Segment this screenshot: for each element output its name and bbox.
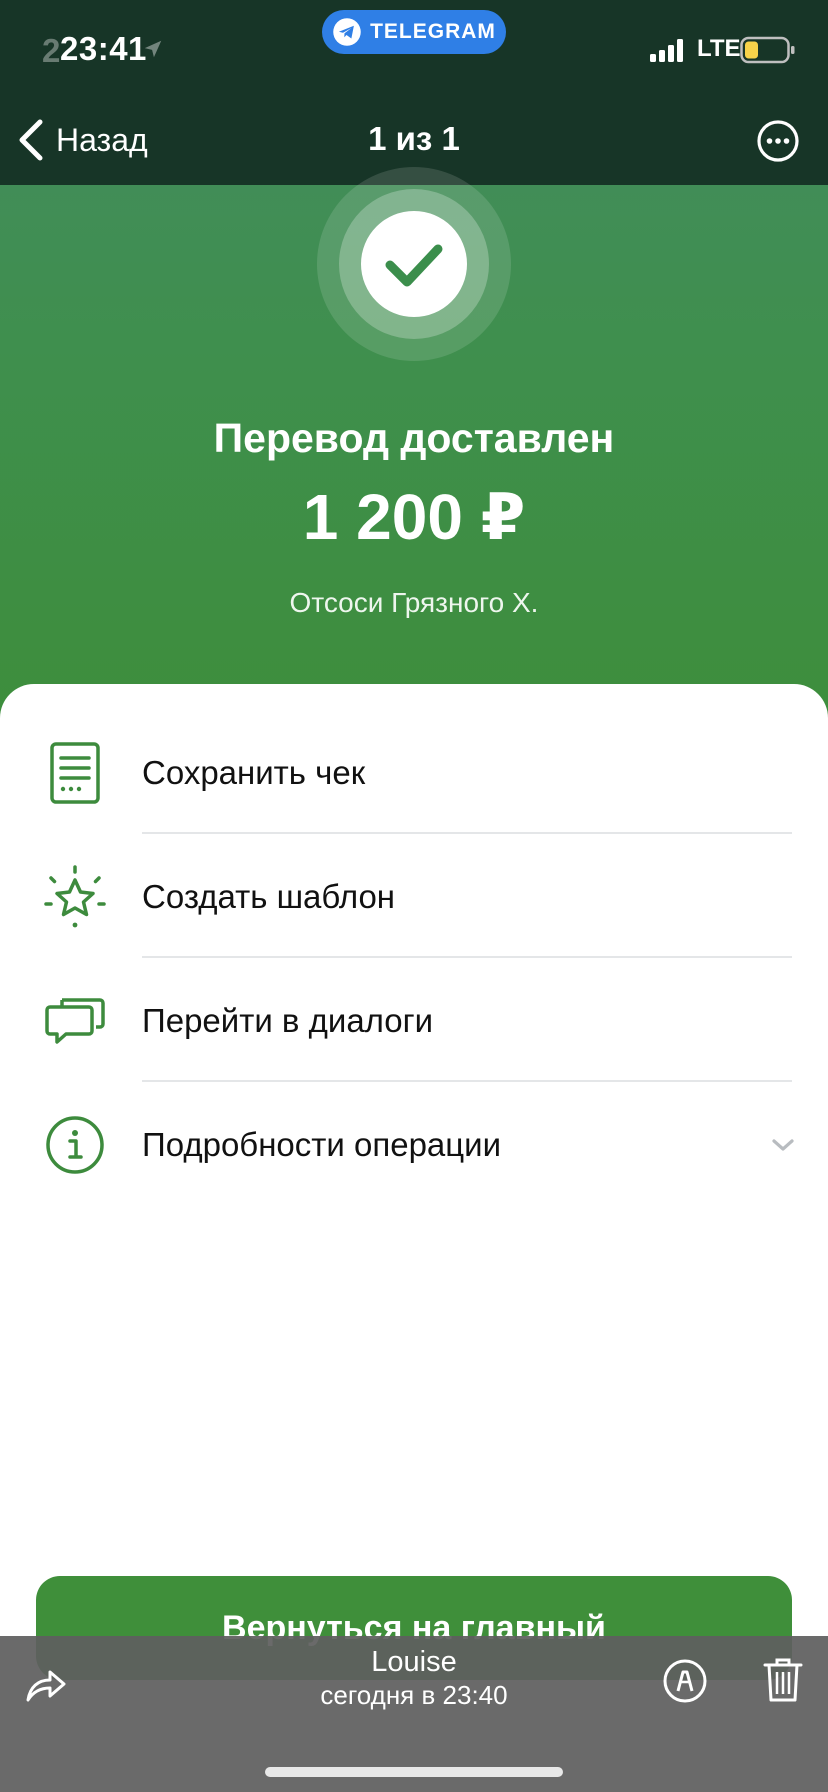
action-label: Перейти в диалоги (142, 1002, 434, 1039)
divider (142, 832, 792, 834)
trash-icon[interactable] (762, 1656, 804, 1704)
home-indicator[interactable] (265, 1767, 563, 1777)
action-label: Сохранить чек (142, 754, 366, 791)
telegram-return-pill[interactable]: TELEGRAM (322, 10, 506, 54)
telegram-label: TELEGRAM (370, 20, 496, 43)
divider (142, 956, 792, 958)
receipt-icon (50, 742, 100, 804)
transfer-amount: 1 200 ₽ (302, 481, 526, 553)
chat-bubbles-icon (45, 998, 105, 1044)
transfer-status-title: Перевод доставлен (213, 415, 615, 461)
telegram-plane-icon (333, 18, 361, 46)
action-label: Подробности операции (142, 1126, 502, 1163)
divider (142, 1080, 792, 1082)
location-arrow-icon (144, 40, 162, 58)
status-time: 23:41 (60, 30, 147, 67)
checkmark-circle-icon (317, 167, 511, 361)
page-counter-title: 1 из 1 (368, 120, 460, 157)
transfer-recipient: Отсоси Грязного Х. (289, 587, 539, 618)
star-sparkle-icon (44, 865, 106, 928)
info-circle-icon (46, 1116, 104, 1174)
battery-low-icon (740, 36, 795, 64)
chevron-down-icon[interactable] (768, 1130, 798, 1160)
markup-icon[interactable] (662, 1658, 708, 1704)
action-save-receipt[interactable]: Сохранить чек (0, 712, 828, 834)
action-label: Создать шаблон (142, 878, 396, 915)
action-go-to-dialogs[interactable]: Перейти в диалоги (0, 960, 828, 1082)
network-type: LTE (697, 35, 741, 62)
ellipsis-circle-icon[interactable] (756, 119, 800, 163)
action-operation-details[interactable]: Подробности операции (0, 1084, 828, 1206)
cellular-signal-icon (650, 39, 683, 62)
action-create-template[interactable]: Создать шаблон (0, 836, 828, 958)
status-time-ghost: 2 (42, 32, 61, 69)
